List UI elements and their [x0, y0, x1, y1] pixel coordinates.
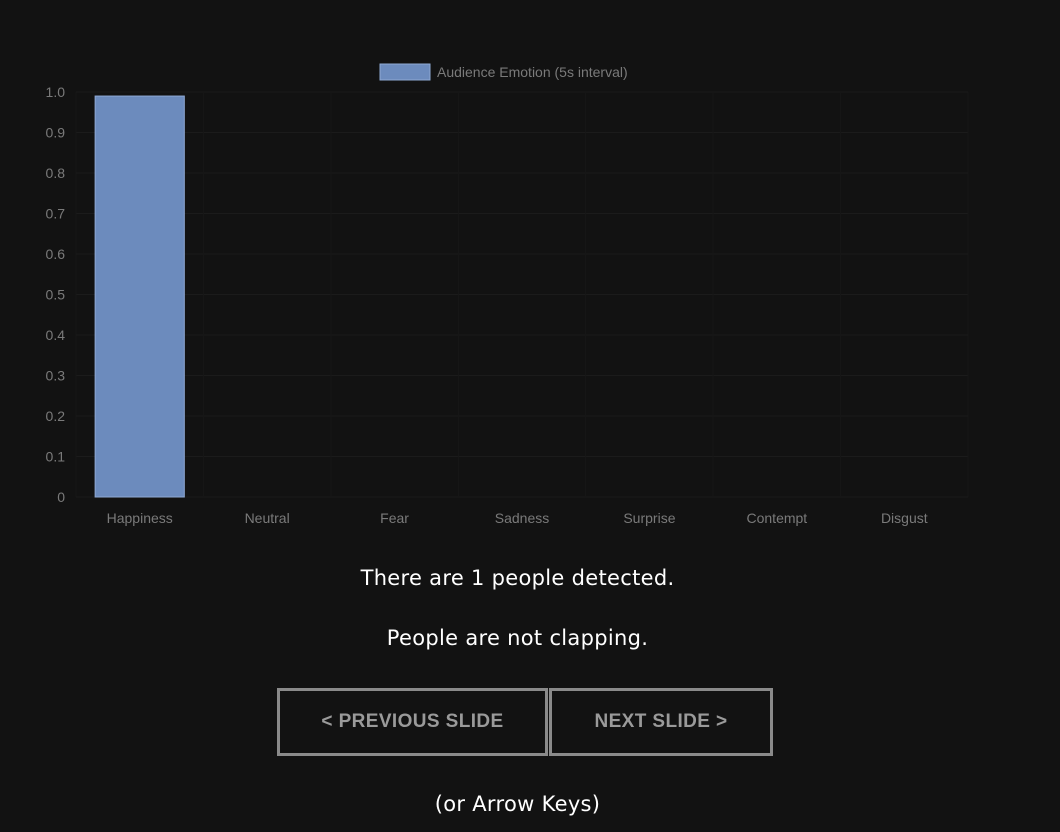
- bar-happiness[interactable]: [94, 95, 185, 498]
- x-tick-label: Surprise: [623, 510, 675, 526]
- x-tick-label: Happiness: [107, 510, 173, 526]
- chart-bars: [94, 95, 185, 498]
- emotion-bar-chart: 0 0.1 0.2 0.3 0.4 0.5 0.6 0.7 0.8 0.9 1.0 Happines…: [46, 63, 969, 526]
- chart-grid: [75, 91, 969, 498]
- y-tick-label: 0.9: [46, 125, 66, 141]
- y-tick-label: 0.3: [46, 368, 66, 384]
- legend-label: Audience Emotion (5s interval): [437, 64, 628, 80]
- y-tick-label: 0.1: [46, 449, 66, 465]
- y-tick-label: 1.0: [46, 84, 66, 100]
- legend-swatch: [379, 63, 431, 81]
- y-tick-label: 0.7: [46, 206, 66, 222]
- x-tick-label: Neutral: [245, 510, 290, 526]
- y-tick-label: 0.2: [46, 408, 66, 424]
- arrow-keys-hint: (or Arrow Keys): [434, 792, 601, 816]
- previous-slide-button[interactable]: < PREVIOUS SLIDE: [277, 688, 548, 756]
- y-tick-label: 0: [57, 489, 65, 505]
- x-tick-label: Contempt: [747, 510, 808, 526]
- y-tick-label: 0.6: [46, 246, 66, 262]
- y-tick-label: 0.8: [46, 165, 66, 181]
- slide-navigation: < PREVIOUS SLIDE NEXT SLIDE >: [277, 688, 773, 756]
- x-tick-label: Disgust: [881, 510, 928, 526]
- y-tick-label: 0.4: [46, 327, 66, 343]
- x-tick-label: Sadness: [495, 510, 549, 526]
- chart-legend[interactable]: Audience Emotion (5s interval): [379, 63, 628, 81]
- clapping-status-text: People are not clapping.: [386, 626, 649, 650]
- y-axis-ticks: 0 0.1 0.2 0.3 0.4 0.5 0.6 0.7 0.8 0.9 1.0: [46, 84, 66, 505]
- y-tick-label: 0.5: [46, 287, 66, 303]
- people-detected-text: There are 1 people detected.: [360, 566, 675, 590]
- x-axis-ticks: Happiness Neutral Fear Sadness Surprise Conte…: [107, 510, 928, 526]
- x-tick-label: Fear: [380, 510, 409, 526]
- next-slide-button[interactable]: NEXT SLIDE >: [549, 688, 773, 756]
